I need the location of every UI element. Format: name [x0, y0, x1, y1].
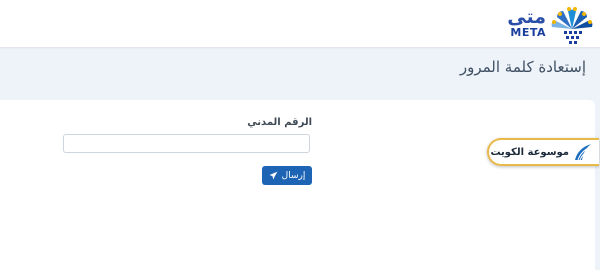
- civil-id-label: الرقم المدني: [247, 117, 312, 128]
- meta-logo[interactable]: متى META: [502, 3, 594, 45]
- logo-arabic-text: متى: [507, 6, 546, 28]
- send-button[interactable]: إرسال: [262, 166, 312, 185]
- kuwait-encyclopedia-widget[interactable]: موسوعة الكويت: [487, 138, 599, 166]
- civil-id-input[interactable]: [63, 134, 310, 153]
- top-bar: متى META: [0, 0, 600, 47]
- send-button-label: إرسال: [281, 170, 306, 181]
- encyclopedia-label: موسوعة الكويت: [490, 146, 569, 158]
- encyclopedia-wing-icon: [575, 144, 591, 161]
- page-title: إستعادة كلمة المرور: [459, 58, 586, 76]
- paper-plane-icon: [269, 171, 278, 180]
- logo-english-text: META: [510, 26, 546, 39]
- logo-flower-icon: [551, 7, 593, 44]
